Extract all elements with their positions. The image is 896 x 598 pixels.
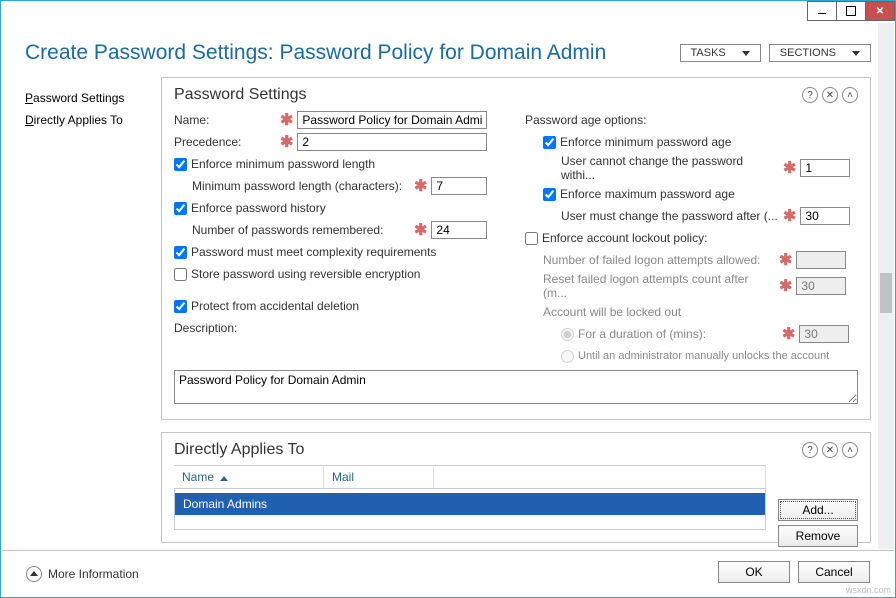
required-icon: ✱ [779,158,800,178]
sort-asc-icon [220,476,228,481]
max-age-field[interactable] [800,207,850,225]
nav-directly-applies-to[interactable]: Directly Applies To [25,109,161,131]
close-section-icon[interactable]: ✕ [822,87,838,103]
lockout-until-radio [561,350,574,363]
enforce-history-label: Enforce password history [191,201,326,215]
lockout-reset-field [796,277,846,295]
column-mail[interactable]: Mail [324,466,434,488]
required-icon: ✱ [775,250,796,270]
lockout-msg-label: Account will be locked out [543,305,681,319]
close-section-icon[interactable]: ✕ [822,442,838,458]
required-icon: ✱ [276,132,297,152]
help-icon[interactable]: ? [802,87,818,103]
min-length-label: Minimum password length (characters): [192,179,410,193]
row-name: Domain Admins [183,497,333,511]
enforce-min-length-label: Enforce minimum password length [191,157,375,171]
protect-label: Protect from accidental deletion [191,299,359,313]
lockout-duration-field [799,325,849,343]
grid-body: Domain Admins [174,489,766,530]
more-information-toggle[interactable]: More Information [26,566,139,582]
required-icon: ✱ [778,324,799,344]
ok-button[interactable]: OK [718,561,790,583]
max-age-sub-label: User must change the password after (... [561,209,779,223]
dialog-window: Create Password Settings: Password Polic… [0,0,896,598]
expand-up-icon [26,566,42,582]
reversible-label: Store password using reversible encrypti… [191,267,420,281]
min-age-sub-label: User cannot change the password withi... [561,154,779,182]
scrollbar-thumb[interactable] [880,273,892,313]
cancel-button[interactable]: Cancel [798,561,870,583]
nav-password-settings[interactable]: Password Settings [25,87,161,109]
table-row[interactable]: Domain Admins [175,493,765,515]
reversible-checkbox[interactable] [174,268,187,281]
grid-header: Name Mail [174,465,766,489]
precedence-label: Precedence: [174,135,276,149]
sections-dropdown[interactable]: SECTIONS [769,44,871,62]
age-options-header: Password age options: [525,113,646,127]
section-title: Directly Applies To [174,441,304,459]
name-label: Name: [174,113,276,127]
enforce-lockout-label: Enforce account lockout policy: [542,231,707,245]
description-label: Description: [174,321,237,335]
description-field[interactable]: Password Policy for Domain Admin [174,370,858,404]
column-name[interactable]: Name [174,466,324,488]
enforce-min-age-checkbox[interactable] [543,136,556,149]
dialog-footer: More Information OK Cancel [2,550,894,596]
maximize-button[interactable] [836,1,866,21]
main-content: Password Settings ? ✕ ˄ Name: ✱ [161,77,895,567]
collapse-section-icon[interactable]: ˄ [842,87,858,103]
sections-label: SECTIONS [780,47,836,59]
dialog-header: Create Password Settings: Password Polic… [1,23,895,77]
section-password-settings: Password Settings ? ✕ ˄ Name: ✱ [161,77,871,420]
close-button[interactable] [865,1,895,21]
history-count-label: Number of passwords remembered: [192,223,410,237]
chevron-down-icon [852,51,860,56]
complexity-label: Password must meet complexity requiremen… [191,245,436,259]
enforce-history-checkbox[interactable] [174,202,187,215]
add-button[interactable]: Add... [778,499,858,521]
chevron-down-icon [742,51,750,56]
complexity-checkbox[interactable] [174,246,187,259]
lockout-attempts-label: Number of failed logon attempts allowed: [543,253,775,267]
minimize-button[interactable] [807,1,837,21]
required-icon: ✱ [410,220,431,240]
column-spacer [434,466,766,488]
lockout-reset-label: Reset failed logon attempts count after … [543,272,775,300]
required-icon: ✱ [775,276,796,296]
required-icon: ✱ [779,206,800,226]
side-nav: Password Settings Directly Applies To [1,77,161,567]
precedence-field[interactable] [297,133,487,151]
enforce-max-age-label: Enforce maximum password age [560,187,735,201]
enforce-lockout-checkbox[interactable] [525,232,538,245]
protect-checkbox[interactable] [174,300,187,313]
page-title: Create Password Settings: Password Polic… [25,41,606,65]
lockout-duration-radio [561,328,574,341]
watermark: wsxdn.com [846,585,891,595]
enforce-max-age-checkbox[interactable] [543,188,556,201]
history-count-field[interactable] [431,221,487,239]
tasks-dropdown[interactable]: TASKS [680,44,761,62]
title-bar [1,1,895,23]
lockout-attempts-field [796,251,846,269]
required-icon: ✱ [276,110,297,130]
name-field[interactable] [297,111,487,129]
section-directly-applies-to: Directly Applies To ? ✕ ˄ Name Mail [161,432,871,543]
required-icon: ✱ [410,176,431,196]
tasks-label: TASKS [691,47,726,59]
scrollbar[interactable] [878,23,894,549]
help-icon[interactable]: ? [802,442,818,458]
lockout-duration-label: For a duration of (mins): [578,327,778,341]
min-age-field[interactable] [800,159,850,177]
section-title: Password Settings [174,86,307,104]
lockout-until-label: Until an administrator manually unlocks … [578,350,829,362]
remove-button[interactable]: Remove [778,525,858,547]
collapse-section-icon[interactable]: ˄ [842,442,858,458]
enforce-min-length-checkbox[interactable] [174,158,187,171]
enforce-min-age-label: Enforce minimum password age [560,135,731,149]
min-length-field[interactable] [431,177,487,195]
